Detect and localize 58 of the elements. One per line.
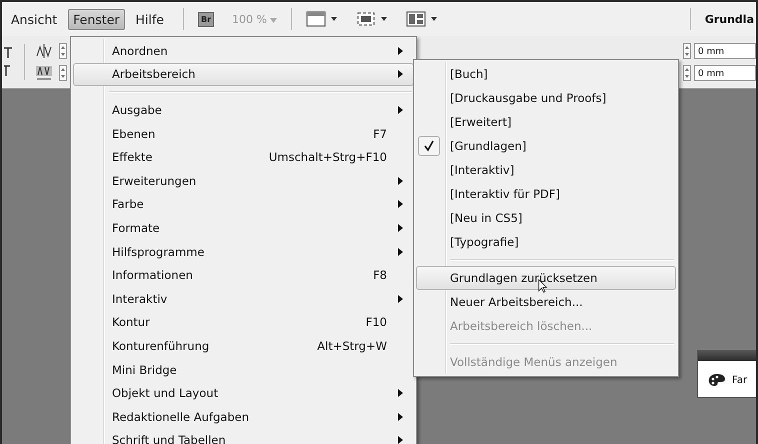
submenu-arrow-icon bbox=[398, 106, 403, 114]
indent-field[interactable]: 0 mm bbox=[694, 65, 756, 81]
menu-item[interactable]: Interaktiv bbox=[73, 286, 414, 311]
submenu-arrow-icon bbox=[398, 70, 403, 78]
tracking-icon[interactable] bbox=[35, 65, 53, 81]
menu-item[interactable]: Farbe bbox=[73, 192, 414, 216]
spinner-icon[interactable] bbox=[59, 65, 67, 81]
menu-item[interactable]: [Interaktiv für PDF] bbox=[416, 182, 676, 206]
panel-label: Far bbox=[732, 374, 748, 386]
dropdown-caret-icon bbox=[270, 18, 278, 22]
menu-item[interactable]: Neuer Arbeitsbereich... bbox=[416, 290, 676, 314]
menu-item[interactable]: Mini Bridge bbox=[73, 358, 414, 382]
submenu-arrow-icon bbox=[398, 294, 403, 303]
menu-item[interactable]: [Typografie] bbox=[416, 230, 676, 254]
submenu-arrow-icon bbox=[398, 176, 403, 185]
screen-mode-icon[interactable] bbox=[306, 11, 338, 27]
submenu-arrow-icon bbox=[398, 224, 403, 232]
arrange-icon[interactable] bbox=[406, 11, 438, 27]
menu-item[interactable]: Grundlagen zurücksetzen bbox=[416, 266, 676, 290]
spinner-icon[interactable] bbox=[683, 43, 691, 59]
menu-item[interactable]: Konturenführung Alt+Strg+W bbox=[73, 334, 414, 358]
menu-item[interactable]: Redaktionelle Aufgaben bbox=[73, 404, 414, 428]
menu-item[interactable]: Ebenen F7 bbox=[73, 122, 414, 146]
menu-item[interactable]: Informationen F8 bbox=[73, 263, 414, 287]
palette-icon[interactable] bbox=[708, 373, 726, 387]
submenu-arrow-icon bbox=[398, 389, 403, 398]
kerning-icon[interactable] bbox=[35, 43, 53, 59]
panel-header bbox=[698, 351, 756, 361]
menu-item[interactable]: [Druckausgabe und Proofs] bbox=[416, 86, 676, 110]
menu-title[interactable]: Hilfe bbox=[130, 8, 169, 30]
menu-item[interactable]: [Interaktiv] bbox=[416, 158, 676, 182]
bridge-button[interactable]: Br bbox=[198, 12, 214, 26]
indent-field[interactable]: 0 mm bbox=[694, 43, 756, 59]
menu-title[interactable]: Fenster bbox=[68, 8, 125, 30]
menu-item[interactable]: Erweiterungen bbox=[73, 168, 414, 193]
menu-item[interactable]: Kontur F10 bbox=[73, 310, 414, 334]
check-icon bbox=[423, 140, 435, 152]
spinner-icon[interactable] bbox=[59, 43, 67, 59]
menu-item[interactable]: [Grundlagen] bbox=[416, 134, 676, 158]
submenu-arrow-icon bbox=[398, 46, 403, 55]
menu-item[interactable]: Hilfsprogramme bbox=[73, 240, 414, 264]
menu-item[interactable]: Formate bbox=[73, 216, 414, 240]
menu-item[interactable]: Ausgabe bbox=[73, 98, 414, 122]
menu-item[interactable]: Objekt und Layout bbox=[73, 381, 414, 405]
menu-item[interactable]: [Buch] bbox=[416, 62, 676, 86]
submenu-arrow-icon bbox=[398, 412, 403, 421]
workspace-switcher[interactable]: Grundla bbox=[704, 12, 754, 26]
menu-item[interactable]: [Erweitert] bbox=[416, 110, 676, 134]
frame-icon[interactable] bbox=[356, 11, 388, 27]
spinner-icon[interactable] bbox=[683, 65, 691, 81]
submenu-arrow-icon bbox=[398, 248, 403, 256]
menu-title[interactable]: Ansicht bbox=[6, 8, 62, 30]
menu-item[interactable]: Arbeitsbereich bbox=[73, 62, 414, 86]
menu-item[interactable]: Anordnen bbox=[73, 39, 414, 63]
menu-item[interactable]: Effekte Umschalt+Strg+F10 bbox=[73, 145, 414, 169]
menu-item[interactable]: [Neu in CS5] bbox=[416, 206, 676, 230]
submenu-arrow-icon bbox=[398, 200, 403, 208]
submenu-arrow-icon bbox=[398, 436, 403, 444]
